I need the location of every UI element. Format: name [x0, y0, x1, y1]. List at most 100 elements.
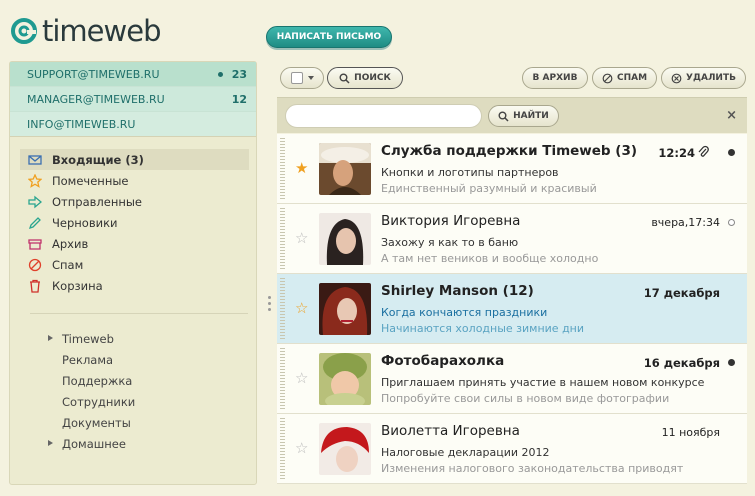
label-item-documents[interactable]: Документы	[32, 412, 242, 433]
label-list: Timeweb Реклама Поддержка Сотрудники Док…	[32, 328, 242, 454]
logo[interactable]: timeweb	[10, 16, 161, 46]
star-icon[interactable]: ★	[295, 159, 308, 177]
drag-grip[interactable]	[280, 348, 285, 410]
account-address: INFO@TIMEWEB.RU	[27, 117, 136, 131]
read-marker[interactable]	[728, 219, 735, 226]
folder-label: Корзина	[52, 278, 103, 293]
message-row[interactable]: ★ Служба поддержки Timeweb (3) Кнопки и …	[277, 134, 747, 204]
search-bar: НАЙТИ ×	[277, 97, 747, 133]
chevron-down-icon	[307, 76, 314, 80]
avatar	[319, 423, 371, 475]
folder-sent[interactable]: Отправленные	[20, 191, 249, 212]
expand-arrow-icon[interactable]	[48, 335, 53, 341]
account-address: SUPPORT@TIMEWEB.RU	[27, 67, 160, 81]
folder-label: Архив	[52, 236, 89, 251]
folder-archive[interactable]: Архив	[20, 233, 249, 254]
delete-button-label: УДАЛИТЬ	[686, 73, 736, 83]
message-row[interactable]: ☆ Виолетта Игоревна Налоговые декларации…	[277, 414, 747, 484]
spam-icon	[602, 73, 613, 83]
folder-spam[interactable]: Спам	[20, 254, 249, 275]
arrow-right-icon	[28, 195, 42, 208]
message-sender: Виолетта Игоревна	[381, 423, 520, 439]
sidebar: SUPPORT@TIMEWEB.RU 23 MANAGER@TIMEWEB.RU…	[9, 61, 257, 485]
folder-list: Входящие (3) Помеченные Отправленные Чер…	[20, 149, 249, 296]
star-icon[interactable]: ☆	[295, 369, 308, 387]
avatar	[319, 143, 371, 195]
compose-button[interactable]: НАПИСАТЬ ПИСЬМО	[266, 26, 392, 48]
message-subject: Налоговые декларации 2012	[381, 446, 550, 459]
delete-button[interactable]: УДАЛИТЬ	[661, 67, 746, 89]
folder-trash[interactable]: Корзина	[20, 275, 249, 296]
close-circle-icon	[671, 73, 682, 83]
archive-button-label: В АРХИВ	[532, 73, 578, 83]
message-subject: Приглашаем принять участие в нашем новом…	[381, 376, 705, 389]
spam-button[interactable]: СПАМ	[592, 67, 657, 89]
unread-marker[interactable]	[728, 149, 735, 156]
message-preview: А там нет веников и вообще холодно	[381, 252, 599, 265]
label-item-home[interactable]: Домашнее	[32, 433, 242, 454]
star-icon[interactable]: ☆	[295, 299, 308, 317]
search-icon	[498, 111, 509, 122]
spam-button-label: СПАМ	[616, 73, 648, 83]
trash-icon	[30, 279, 40, 293]
avatar	[319, 283, 371, 335]
message-date: 16 декабря	[643, 356, 720, 370]
search-input[interactable]	[285, 104, 482, 128]
attachment-icon	[698, 145, 709, 157]
label-text: Сотрудники	[62, 394, 136, 409]
message-sender: Виктория Игоревна	[381, 213, 521, 229]
folder-label: Помеченные	[52, 173, 129, 188]
search-icon	[339, 73, 350, 84]
label-text: Реклама	[62, 352, 114, 367]
account-info[interactable]: INFO@TIMEWEB.RU	[10, 112, 256, 137]
sidebar-divider	[30, 313, 248, 314]
folder-starred[interactable]: Помеченные	[20, 170, 249, 191]
message-sender: Служба поддержки Timeweb (3)	[381, 143, 638, 159]
archive-icon	[28, 238, 42, 250]
label-item-ads[interactable]: Реклама	[32, 349, 242, 370]
select-all-checkbox[interactable]	[290, 72, 303, 84]
search-button-label: ПОИСК	[354, 73, 391, 83]
drag-grip[interactable]	[280, 418, 285, 480]
message-preview: Попробуйте свои силы в новом виде фотогр…	[381, 392, 670, 405]
pencil-icon	[28, 216, 41, 229]
select-all-dropdown[interactable]	[280, 67, 324, 89]
expand-arrow-icon[interactable]	[48, 440, 53, 446]
folder-drafts[interactable]: Черновики	[20, 212, 249, 233]
archive-button[interactable]: В АРХИВ	[522, 67, 588, 89]
unread-marker[interactable]	[728, 359, 735, 366]
drag-grip[interactable]	[280, 208, 285, 270]
star-icon[interactable]: ☆	[295, 439, 308, 457]
message-pane: ПОИСК В АРХИВ СПАМ УДАЛИТЬ НАЙТИ × ★ Слу…	[277, 62, 755, 496]
star-icon[interactable]: ☆	[295, 229, 308, 247]
folder-label: Спам	[52, 257, 84, 272]
close-search-icon[interactable]: ×	[726, 108, 737, 123]
label-item-timeweb[interactable]: Timeweb	[32, 328, 242, 349]
message-preview: Единственный разумный и красивый	[381, 182, 597, 195]
folder-inbox[interactable]: Входящие (3)	[20, 149, 249, 170]
message-subject: Кнопки и логотипы партнеров	[381, 166, 559, 179]
search-toggle-button[interactable]: ПОИСК	[327, 67, 403, 89]
label-item-support[interactable]: Поддержка	[32, 370, 242, 391]
logo-at-icon	[11, 18, 37, 44]
folder-label: Входящие (3)	[52, 152, 144, 167]
message-row[interactable]: ☆ Shirley Manson (12) Когда кончаются пр…	[277, 274, 747, 344]
message-preview: Изменения налогового законодательства пр…	[381, 462, 684, 475]
label-item-staff[interactable]: Сотрудники	[32, 391, 242, 412]
message-row[interactable]: ☆ Виктория Игоревна Захожу я как то в ба…	[277, 204, 747, 274]
toolbar: ПОИСК В АРХИВ СПАМ УДАЛИТЬ	[277, 62, 755, 96]
resize-handle[interactable]	[268, 296, 272, 316]
message-row[interactable]: ☆ Фотобарахолка Приглашаем принять участ…	[277, 344, 747, 414]
message-subject: Когда кончаются праздники	[381, 306, 548, 319]
account-manager[interactable]: MANAGER@TIMEWEB.RU 12	[10, 87, 256, 112]
star-icon	[28, 173, 42, 188]
label-text: Timeweb	[62, 331, 114, 346]
message-subject: Захожу я как то в баню	[381, 236, 519, 249]
message-sender: Фотобарахолка	[381, 353, 505, 369]
drag-grip[interactable]	[280, 278, 285, 340]
account-address: MANAGER@TIMEWEB.RU	[27, 92, 165, 106]
label-text: Документы	[62, 415, 131, 430]
drag-grip[interactable]	[280, 138, 285, 200]
find-button[interactable]: НАЙТИ	[488, 105, 559, 127]
account-support[interactable]: SUPPORT@TIMEWEB.RU 23	[10, 62, 256, 87]
